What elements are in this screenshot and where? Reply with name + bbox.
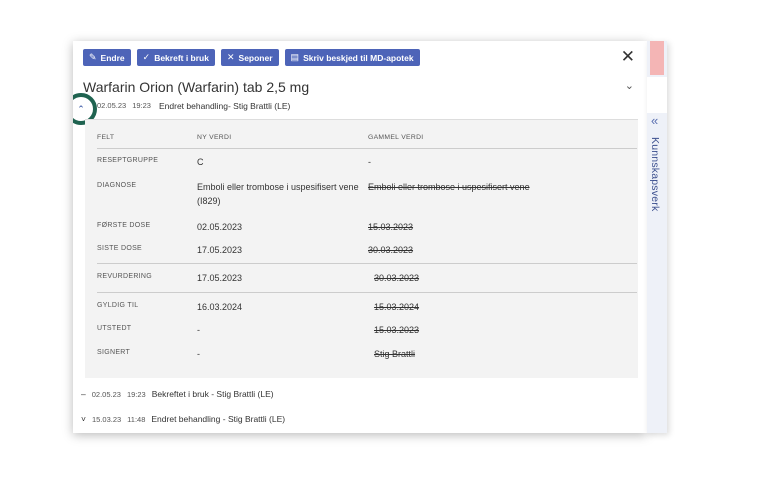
message-pharmacy-button[interactable]: ▤ Skriv beskjed til MD-apotek: [284, 49, 420, 66]
x-icon: ✕: [226, 52, 235, 62]
medication-details-panel: ✎ Endre ✓ Bekreft i bruk ✕ Seponer ▤ Skriv b…: [73, 41, 647, 433]
chevron-up-double-icon: ⌃: [77, 103, 85, 114]
change-date: 02.05.23: [97, 101, 127, 110]
divider: [97, 292, 637, 293]
close-icon[interactable]: ✕: [621, 47, 635, 67]
header-old: GAMMEL VERDI: [368, 134, 424, 141]
check-icon: ✓: [142, 52, 151, 62]
pencil-icon: ✎: [89, 52, 97, 62]
current-change-line: 02.05.23 19:23 Endret behandling- Stig B…: [97, 101, 290, 111]
confirm-in-use-button[interactable]: ✓ Bekreft i bruk: [136, 49, 215, 66]
edit-button[interactable]: ✎ Endre: [83, 49, 131, 66]
chevron-down-icon: ˅: [81, 414, 86, 424]
header-field: FELT: [97, 134, 115, 141]
side-panel-label[interactable]: Kunnskapsverk: [649, 137, 661, 211]
change-time: 19:23: [132, 101, 151, 110]
history-item[interactable]: – 02.05.23 19:23 Bekreftet i bruk - Stig…: [81, 389, 274, 399]
medication-title: Warfarin Orion (Warfarin) tab 2,5 mg: [83, 79, 310, 95]
header-new: NY VERDI: [197, 134, 232, 141]
change-text: Endret behandling- Stig Brattli (LE): [158, 101, 291, 111]
message-icon: ▤: [290, 52, 300, 62]
side-gap: [647, 77, 667, 113]
discontinue-button[interactable]: ✕ Seponer: [220, 49, 279, 66]
collapse-marker: –: [81, 389, 86, 399]
scroll-indicator: [650, 41, 664, 75]
history-item[interactable]: ˅ 15.03.23 11:48 Endret behandling - Sti…: [81, 414, 285, 424]
knowledge-side-panel: « Kunnskapsverk: [647, 41, 667, 433]
chevron-down-icon[interactable]: ⌄: [625, 79, 634, 92]
divider: [97, 263, 637, 264]
divider: [97, 148, 637, 149]
toolbar: ✎ Endre ✓ Bekreft i bruk ✕ Seponer ▤ Skriv b…: [83, 49, 420, 66]
chevron-left-double-icon[interactable]: «: [651, 113, 658, 128]
change-details-table: FELT NY VERDI GAMMEL VERDI RESEPTGRUPPE …: [85, 119, 638, 378]
